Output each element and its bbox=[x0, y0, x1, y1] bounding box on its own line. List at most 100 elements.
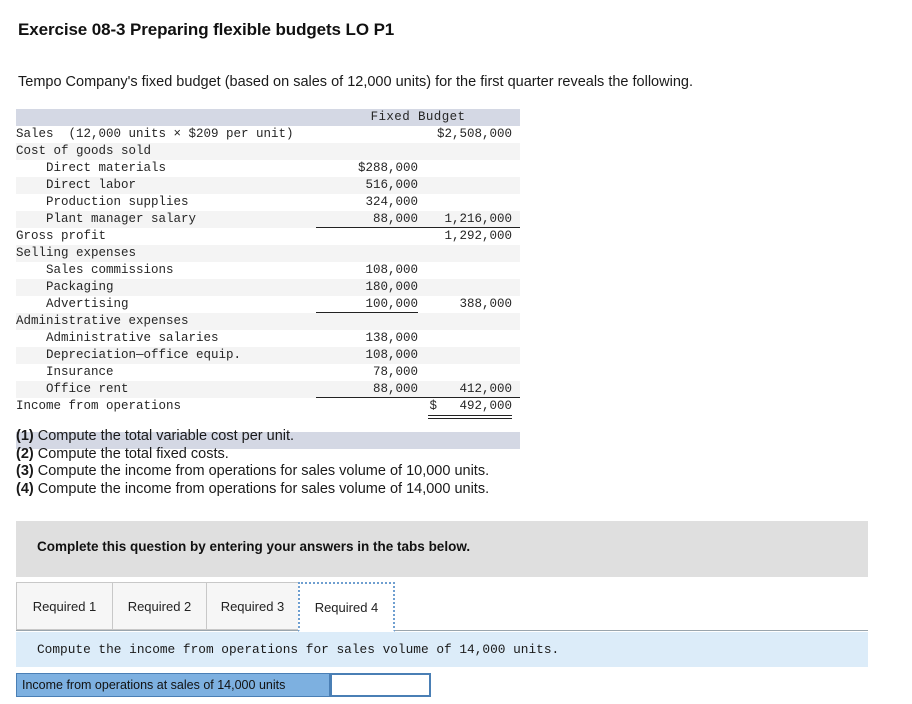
tab-required-3[interactable]: Required 3 bbox=[206, 582, 299, 630]
row-label: Income from operations bbox=[16, 398, 316, 415]
requirement-text: Compute the income from operations for s… bbox=[33, 480, 490, 497]
requirement-text: Compute the total variable cost per unit… bbox=[33, 428, 295, 444]
fixed-budget-table: Fixed Budget Sales (12,000 units × $209 … bbox=[16, 109, 521, 449]
row-amount-total bbox=[418, 364, 521, 381]
row-amount-detail: 108,000 bbox=[316, 347, 418, 364]
row-amount-detail bbox=[316, 398, 418, 415]
requirement-item: (1) Compute the total variable cost per … bbox=[16, 428, 489, 446]
row-amount-total bbox=[418, 177, 521, 194]
table-row: Packaging 180,000 bbox=[16, 279, 521, 296]
requirements-list: (1) Compute the total variable cost per … bbox=[16, 428, 489, 498]
row-amount-detail: 516,000 bbox=[316, 177, 418, 194]
row-label: Administrative expenses bbox=[16, 313, 316, 330]
row-amount-total: 388,000 bbox=[418, 296, 521, 313]
row-label: Advertising bbox=[16, 296, 316, 313]
table-row: Administrative salaries 138,000 bbox=[16, 330, 521, 347]
row-label: Production supplies bbox=[16, 194, 316, 211]
requirement-item: (2) Compute the total fixed costs. bbox=[16, 446, 489, 464]
answer-row-label: Income from operations at sales of 14,00… bbox=[16, 673, 330, 697]
table-row: Production supplies 324,000 bbox=[16, 194, 521, 211]
row-amount-total bbox=[418, 194, 521, 211]
table-row: Advertising 100,000 388,000 bbox=[16, 296, 521, 313]
row-amount-detail: 138,000 bbox=[316, 330, 418, 347]
tab-required-1[interactable]: Required 1 bbox=[16, 582, 113, 630]
row-amount-total bbox=[418, 279, 521, 296]
table-row: Administrative expenses bbox=[16, 313, 521, 330]
row-label: Insurance bbox=[16, 364, 316, 381]
row-amount-detail: 324,000 bbox=[316, 194, 418, 211]
requirement-number: (4) bbox=[16, 480, 34, 497]
table-row: Office rent 88,000 412,000 bbox=[16, 381, 521, 398]
row-label: Direct materials bbox=[16, 160, 316, 177]
answer-row: Income from operations at sales of 14,00… bbox=[16, 673, 431, 697]
row-amount-total: 1,292,000 bbox=[418, 228, 521, 245]
row-amount-total bbox=[418, 313, 521, 330]
table-row: Direct labor 516,000 bbox=[16, 177, 521, 194]
table-body: Sales (12,000 units × $209 per unit) $2,5… bbox=[16, 126, 521, 419]
row-amount-detail: 78,000 bbox=[316, 364, 418, 381]
table-row: Selling expenses bbox=[16, 245, 521, 262]
tab-strip-underline bbox=[16, 630, 868, 631]
row-amount-detail bbox=[316, 143, 418, 160]
table-row: Direct materials $288,000 bbox=[16, 160, 521, 177]
table-row: Gross profit 1,292,000 bbox=[16, 228, 521, 245]
table-header-row: Fixed Budget bbox=[16, 109, 521, 126]
row-label: Sales (12,000 units × $209 per unit) bbox=[16, 126, 316, 143]
row-amount-total bbox=[418, 160, 521, 177]
table-row: Plant manager salary 88,000 1,216,000 bbox=[16, 211, 521, 228]
page-title: Exercise 08-3 Preparing flexible budgets… bbox=[18, 20, 395, 39]
row-label: Packaging bbox=[16, 279, 316, 296]
complete-question-banner: Complete this question by entering your … bbox=[16, 521, 868, 577]
tab-required-4[interactable]: Required 4 bbox=[298, 582, 395, 632]
tab-required-2[interactable]: Required 2 bbox=[112, 582, 207, 630]
table-row: Sales commissions 108,000 bbox=[16, 262, 521, 279]
row-amount-total: 412,000 bbox=[418, 381, 521, 398]
requirement-item: (3) Compute the income from operations f… bbox=[16, 463, 489, 481]
header-blank-label bbox=[16, 109, 316, 126]
intro-paragraph: Tempo Company's fixed budget (based on s… bbox=[18, 74, 693, 90]
current-requirement-text: Compute the income from operations for s… bbox=[37, 642, 560, 657]
row-amount-detail: 100,000 bbox=[316, 296, 418, 313]
row-amount-total: 1,216,000 bbox=[418, 211, 521, 228]
row-amount-detail: 108,000 bbox=[316, 262, 418, 279]
row-label: Selling expenses bbox=[16, 245, 316, 262]
table-row: Insurance 78,000 bbox=[16, 364, 521, 381]
row-label: Depreciation—office equip. bbox=[16, 347, 316, 364]
row-amount-detail bbox=[316, 228, 418, 245]
row-label: Office rent bbox=[16, 381, 316, 398]
complete-question-text: Complete this question by entering your … bbox=[37, 539, 471, 554]
header-fixed-budget: Fixed Budget bbox=[316, 109, 521, 126]
row-amount-total bbox=[418, 245, 521, 262]
row-label: Administrative salaries bbox=[16, 330, 316, 347]
row-label: Gross profit bbox=[16, 228, 316, 245]
requirement-item: (4) Compute the income from operations f… bbox=[16, 481, 489, 499]
required-tabs[interactable]: Required 1 Required 2 Required 3 Required 4 bbox=[16, 582, 868, 632]
table-row: Income from operations $ 492,000 bbox=[16, 398, 521, 419]
row-amount-detail bbox=[316, 245, 418, 262]
fixed-budget-table-container: Fixed Budget Sales (12,000 units × $209 … bbox=[16, 109, 521, 449]
row-amount-detail bbox=[316, 313, 418, 330]
table-row: Depreciation—office equip. 108,000 bbox=[16, 347, 521, 364]
row-amount-detail: $288,000 bbox=[316, 160, 418, 177]
table-row: Sales (12,000 units × $209 per unit) $2,5… bbox=[16, 126, 521, 143]
row-amount-total: $ 492,000 bbox=[418, 398, 521, 419]
row-amount-total bbox=[418, 143, 521, 160]
row-amount-total: $2,508,000 bbox=[418, 126, 521, 143]
table-head: Fixed Budget bbox=[16, 109, 521, 126]
row-amount-detail: 180,000 bbox=[316, 279, 418, 296]
requirement-number: (3) bbox=[16, 463, 34, 479]
row-amount-total bbox=[418, 347, 521, 364]
row-label: Direct labor bbox=[16, 177, 316, 194]
requirement-text: Compute the income from operations for s… bbox=[33, 463, 490, 479]
row-amount-detail: 88,000 bbox=[316, 381, 418, 398]
requirement-text: Compute the total fixed costs. bbox=[33, 445, 229, 462]
requirement-number: (1) bbox=[16, 428, 34, 444]
requirement-number: (2) bbox=[16, 445, 34, 462]
row-label: Plant manager salary bbox=[16, 211, 316, 228]
row-label: Sales commissions bbox=[16, 262, 316, 279]
row-amount-total bbox=[418, 262, 521, 279]
row-amount-detail bbox=[316, 126, 418, 143]
current-requirement-bar: Compute the income from operations for s… bbox=[16, 632, 868, 667]
income-from-operations-input[interactable] bbox=[330, 673, 431, 697]
row-label: Cost of goods sold bbox=[16, 143, 316, 160]
